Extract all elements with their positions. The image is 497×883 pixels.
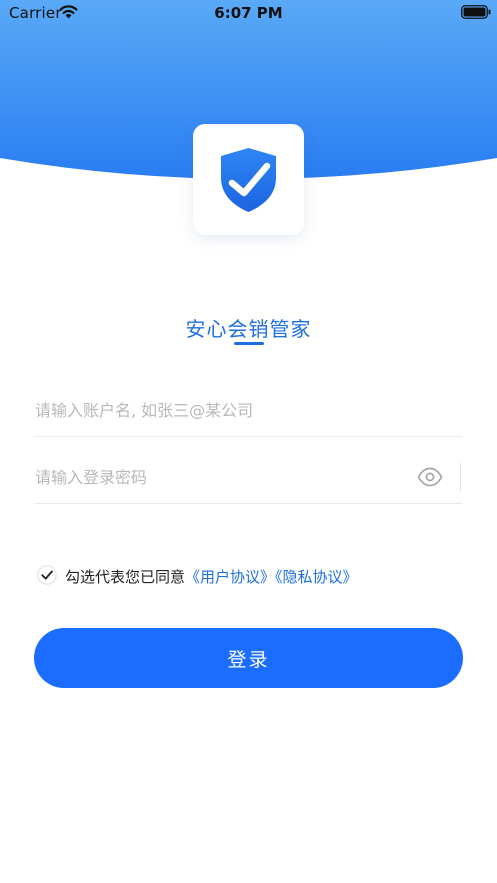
agreement-text-wrap: 勾选代表您已同意《用户协议》《隐私协议》 xyxy=(65,566,358,587)
status-bar: Carrier 6:07 PM xyxy=(0,0,497,26)
login-button[interactable]: 登录 xyxy=(34,628,463,688)
checkbox-checked-icon[interactable] xyxy=(37,565,57,585)
title-underline xyxy=(234,342,264,345)
battery-icon xyxy=(461,5,491,19)
login-screen: Carrier 6:07 PM 安心会销管家 请输入账户名, 如张三@某公司 勾… xyxy=(0,0,497,883)
app-logo xyxy=(193,124,304,235)
agreement-text: 勾选代表您已同意 xyxy=(65,568,186,586)
status-time: 6:07 PM xyxy=(214,4,283,22)
shield-check-icon xyxy=(221,148,276,212)
field-divider xyxy=(460,463,461,491)
privacy-policy-link[interactable]: 《隐私协议》 xyxy=(275,568,358,586)
account-field xyxy=(35,384,462,437)
account-input[interactable] xyxy=(35,384,405,436)
app-title: 安心会销管家 xyxy=(185,317,312,341)
password-input[interactable] xyxy=(35,451,405,503)
password-field xyxy=(35,451,462,504)
eye-icon[interactable] xyxy=(417,465,443,489)
user-agreement-link[interactable]: 《用户协议》 xyxy=(185,568,275,586)
